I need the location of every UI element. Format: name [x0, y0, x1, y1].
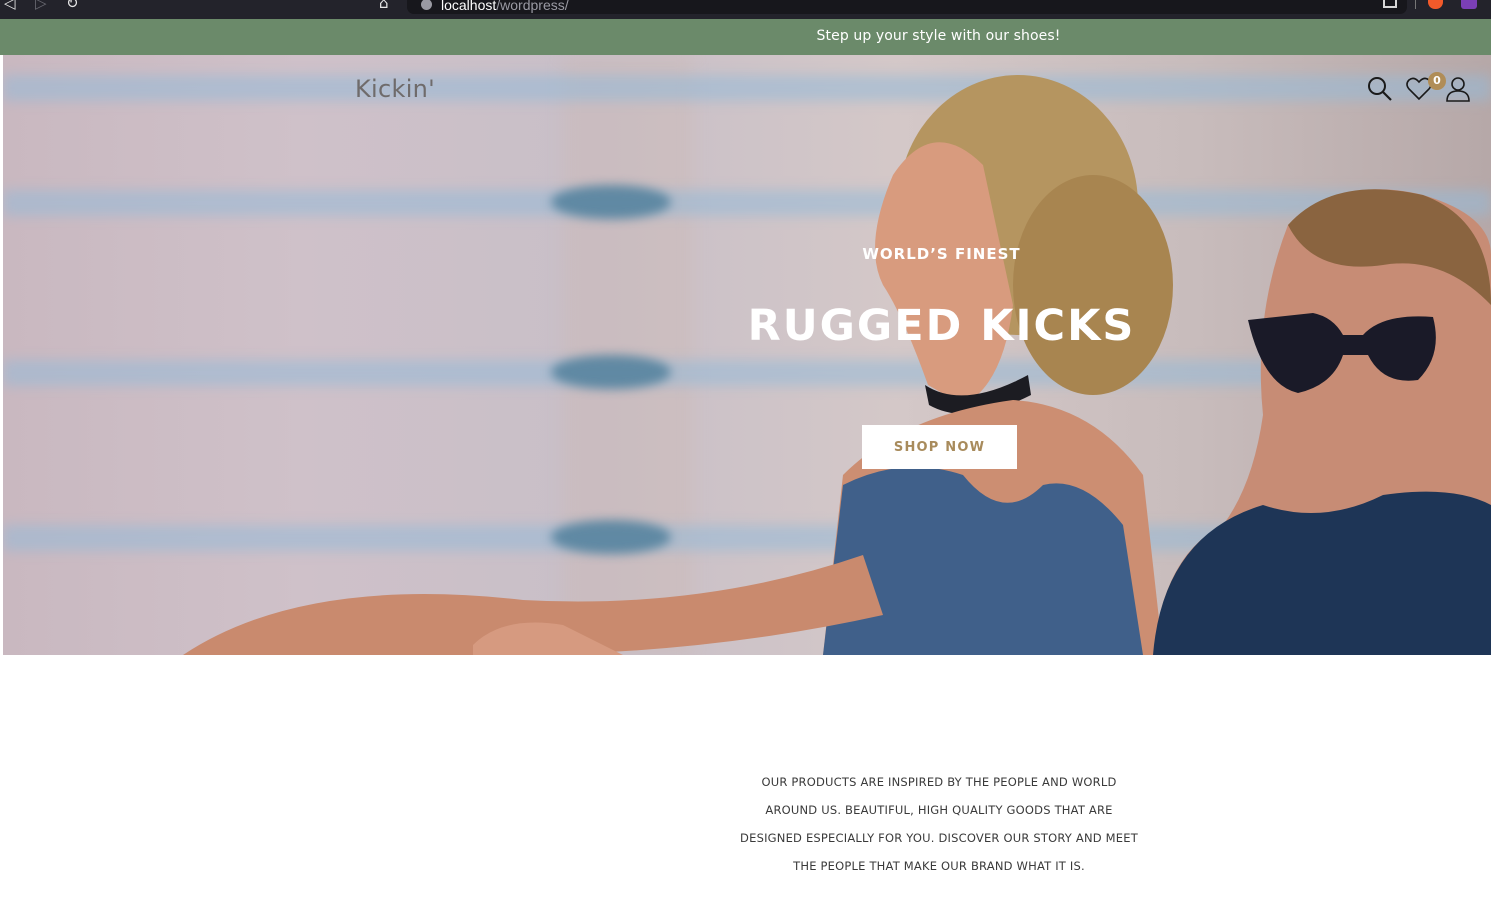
url-path: /wordpress/	[496, 0, 569, 13]
hero-photo	[183, 75, 1491, 655]
hair-shape	[1013, 175, 1173, 395]
toolbar-divider	[1415, 0, 1416, 9]
reload-icon[interactable]: ↻	[66, 0, 79, 11]
share-icon[interactable]	[1383, 0, 1397, 8]
browser-toolbar: ◁ ▷ ↻ ⌂ localhost/wordpress/	[0, 0, 1491, 19]
extension-icon[interactable]	[1461, 0, 1477, 9]
site-info-icon[interactable]	[421, 0, 432, 10]
hero-title: RUGGED KICKS	[747, 301, 1136, 351]
search-icon[interactable]	[1366, 75, 1394, 103]
hero-banner: Kickin' 0 WORLD’S FINEST RUGGED KICKS SH…	[3, 55, 1491, 655]
man-shirt-shape	[1153, 491, 1491, 655]
forward-icon[interactable]: ▷	[35, 0, 47, 11]
hero-subtitle: WORLD’S FINEST	[862, 245, 1021, 263]
user-icon[interactable]	[1444, 75, 1472, 103]
back-icon[interactable]: ◁	[4, 0, 16, 11]
site-logo[interactable]: Kickin'	[355, 75, 435, 103]
address-bar[interactable]: localhost/wordpress/	[407, 0, 1407, 14]
url-text: localhost/wordpress/	[441, 0, 569, 13]
about-text: OUR PRODUCTS ARE INSPIRED BY THE PEOPLE …	[740, 775, 1138, 873]
brave-shield-icon[interactable]	[1428, 0, 1443, 9]
shop-now-button[interactable]: SHOP NOW	[862, 425, 1017, 469]
announcement-text: Step up your style with our shoes!	[816, 28, 1061, 44]
bookmark-icon[interactable]: ⌂	[379, 0, 389, 11]
announcement-bar: Step up your style with our shoes!	[0, 19, 1491, 55]
url-host: localhost	[441, 0, 497, 13]
